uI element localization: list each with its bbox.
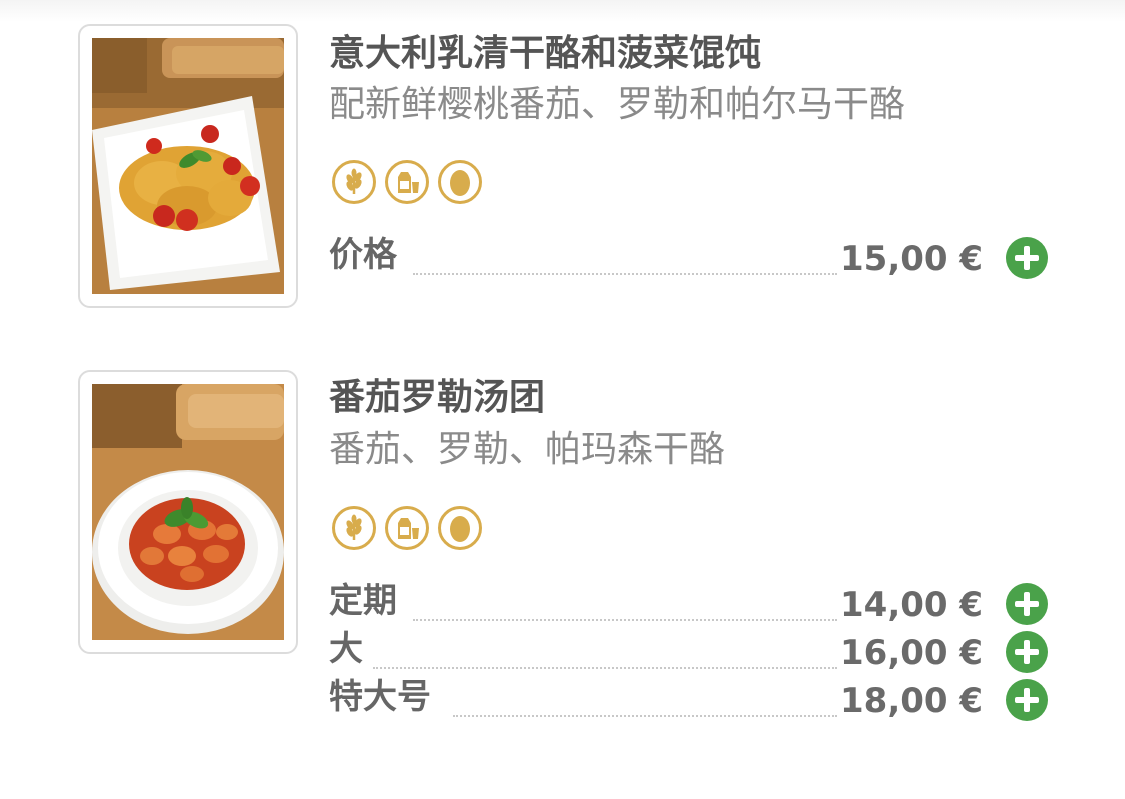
price-leader-dots [413,619,837,621]
price-row: 价格 15,00 € [329,235,1049,279]
price-leader-dots [373,667,837,669]
price-value: 14,00 € [840,585,984,625]
egg-icon [438,160,482,204]
allergen-list [332,160,482,210]
price-value: 15,00 € [840,239,984,279]
milk-icon [385,506,429,550]
allergen-list [332,506,482,556]
egg-icon [438,506,482,550]
price-leader-dots [453,715,837,717]
price-label: 特大号 [329,677,431,717]
dish-title: 番茄罗勒汤团 [329,377,546,418]
dish-description: 配新鲜樱桃番茄、罗勒和帕尔马干酪 [329,84,906,125]
price-label: 价格 [329,235,397,275]
price-row: 大 16,00 € [329,629,1049,673]
dish-description: 番茄、罗勒、帕玛森干酪 [329,429,726,470]
price-label: 大 [329,629,363,669]
price-row: 定期 14,00 € [329,581,1049,625]
price-value: 18,00 € [840,681,984,721]
menu-item: 番茄罗勒汤团 番茄、罗勒、帕玛森干酪 定期 14,00 € 大 16,00 € … [0,370,1125,730]
wheat-icon [332,506,376,550]
dish-thumbnail[interactable] [78,24,298,308]
gnocchi-dish-photo [92,384,284,640]
wheat-icon [332,160,376,204]
price-row: 特大号 18,00 € [329,677,1049,721]
add-to-cart-button[interactable] [1006,583,1048,625]
price-leader-dots [413,273,837,275]
milk-icon [385,160,429,204]
price-value: 16,00 € [840,633,984,673]
dish-thumbnail[interactable] [78,370,298,654]
menu-item: 意大利乳清干酪和菠菜馄饨 配新鲜樱桃番茄、罗勒和帕尔马干酪 价格 15,00 € [0,24,1125,314]
dish-title: 意大利乳清干酪和菠菜馄饨 [329,33,762,74]
add-to-cart-button[interactable] [1006,631,1048,673]
add-to-cart-button[interactable] [1006,237,1048,279]
price-label: 定期 [329,581,397,621]
add-to-cart-button[interactable] [1006,679,1048,721]
ravioli-dish-photo [92,38,284,294]
